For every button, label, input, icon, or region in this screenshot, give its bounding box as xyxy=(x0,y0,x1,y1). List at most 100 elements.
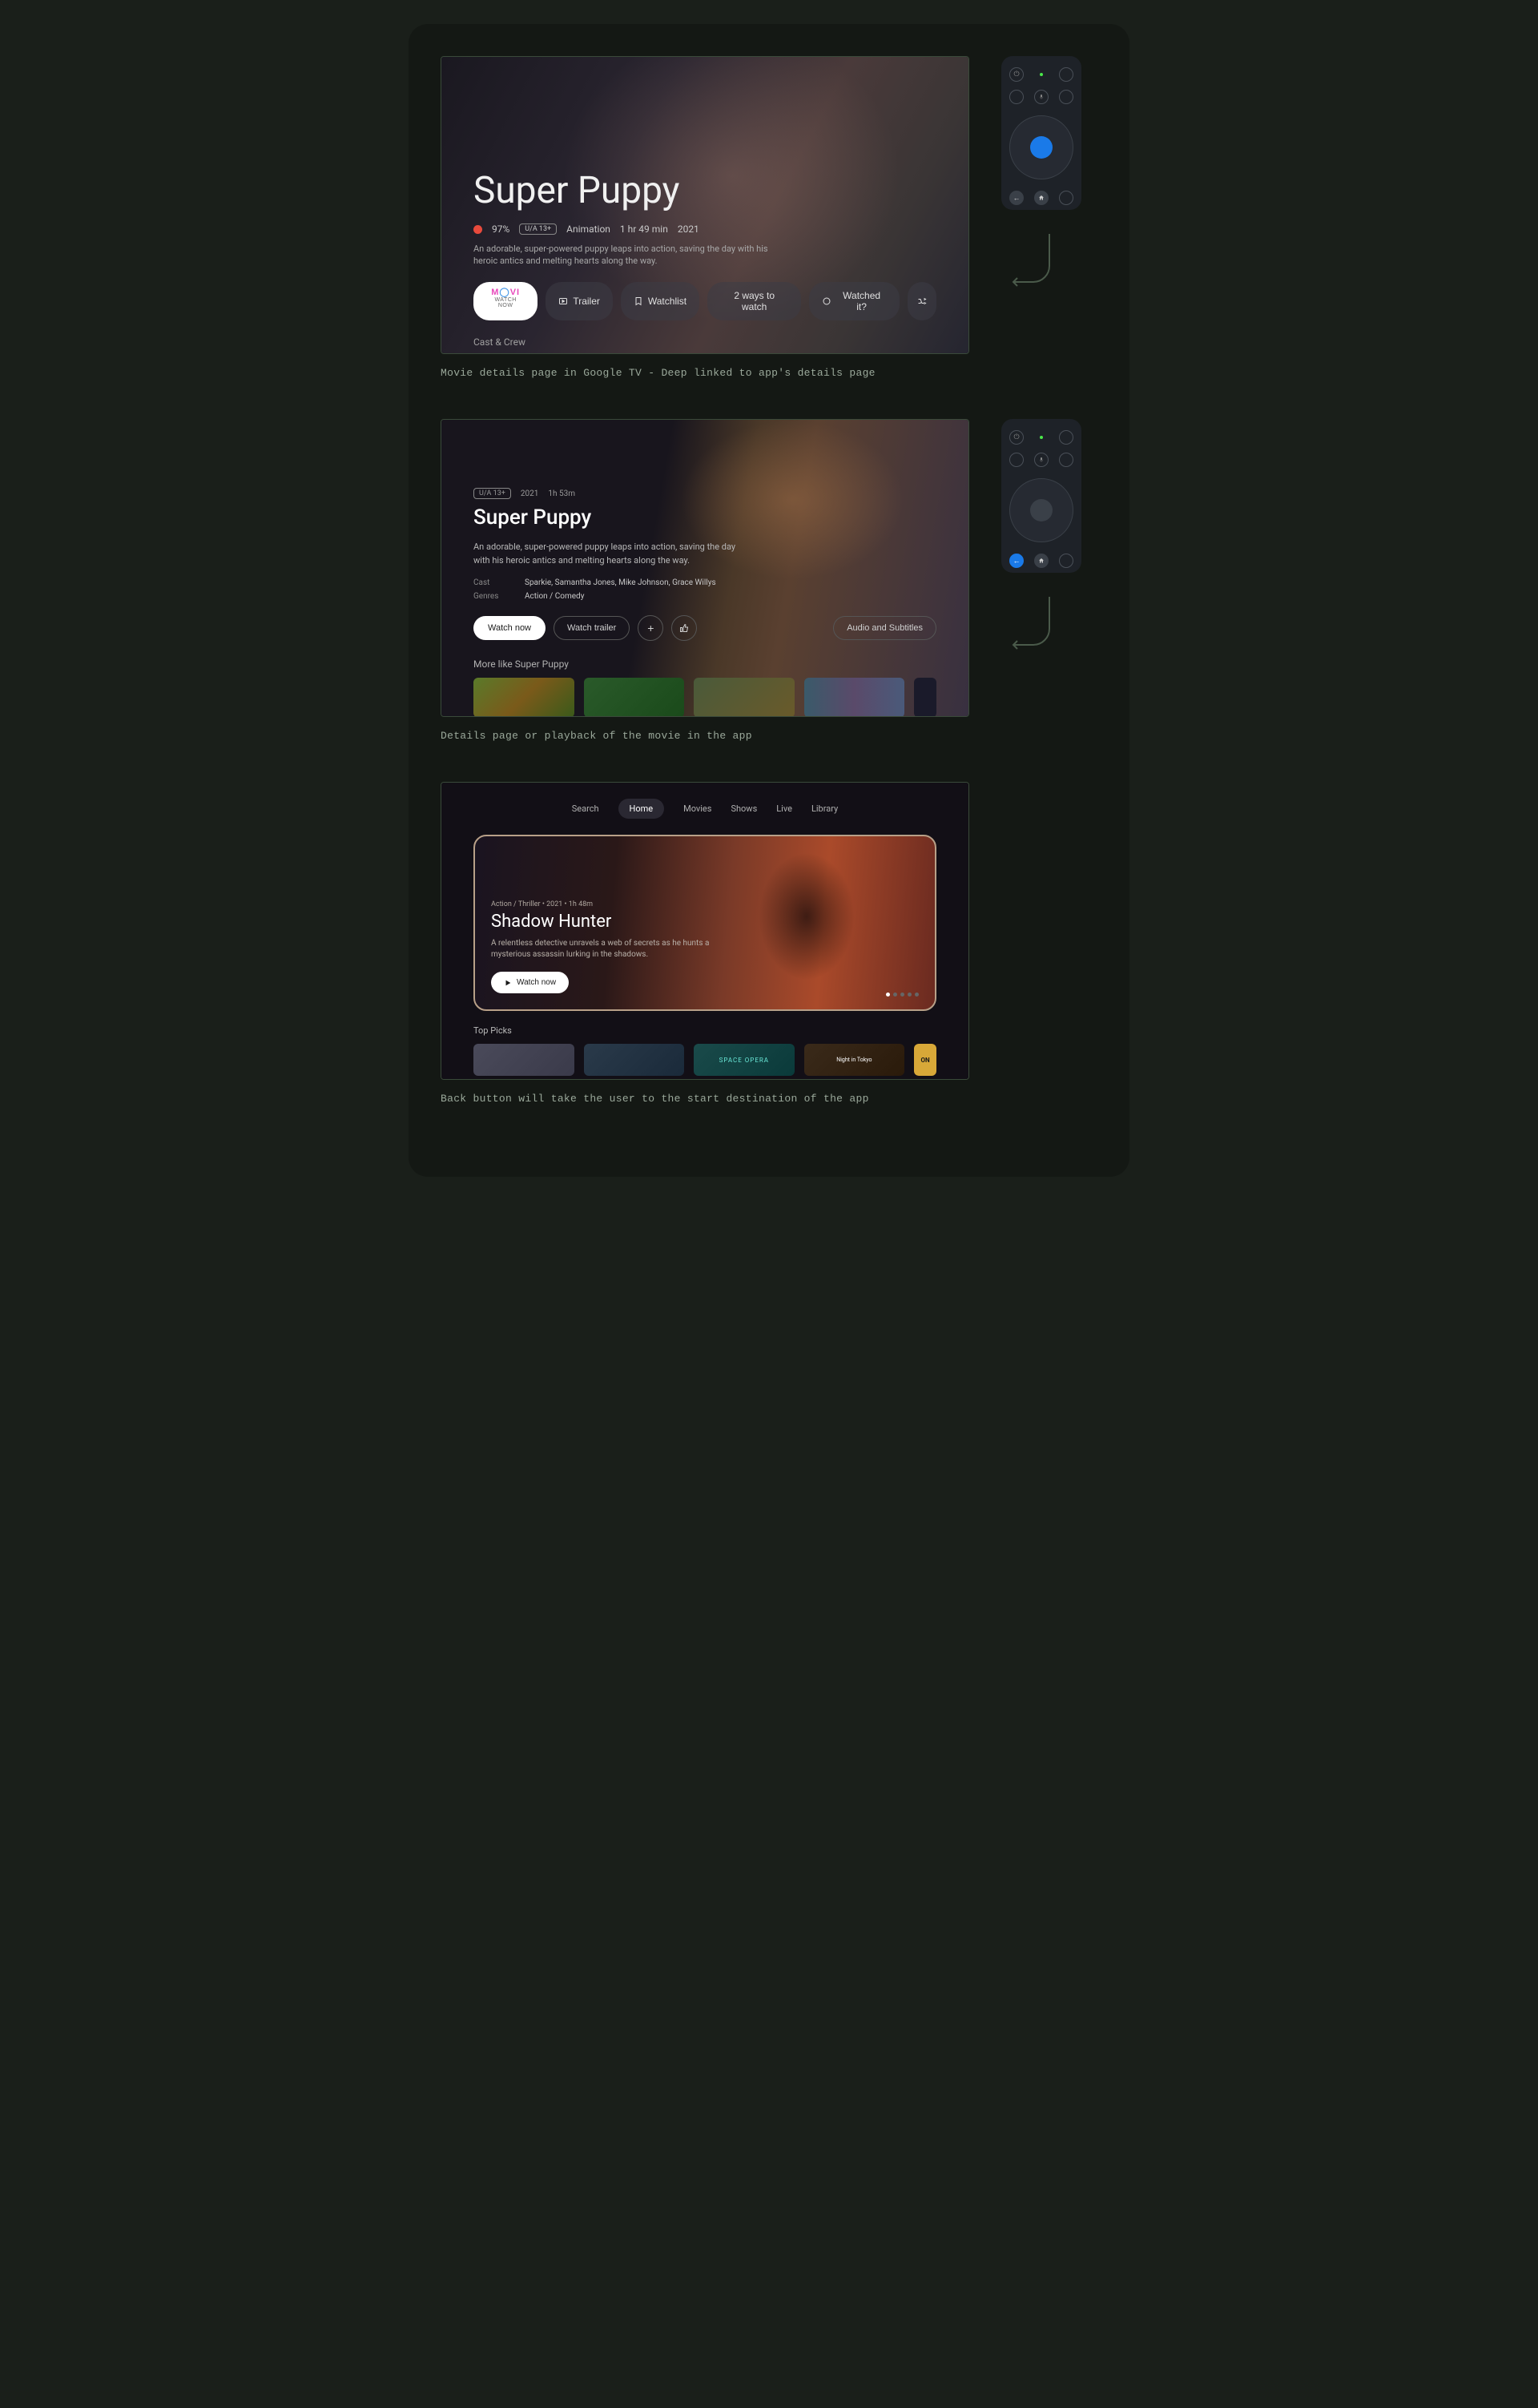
remote-button[interactable] xyxy=(1059,453,1073,467)
more-like-heading: More like Super Puppy xyxy=(473,658,936,670)
dot[interactable] xyxy=(893,993,897,997)
nav-library[interactable]: Library xyxy=(811,803,838,814)
recommendation-card[interactable] xyxy=(473,678,574,717)
recommendation-card[interactable] xyxy=(804,678,905,717)
home-button[interactable] xyxy=(1034,191,1049,205)
remote-button[interactable] xyxy=(1059,90,1073,104)
remote-button[interactable] xyxy=(1059,191,1073,205)
nav-shows[interactable]: Shows xyxy=(731,803,757,814)
ways-to-watch-button[interactable]: 2 ways to watch xyxy=(707,282,801,320)
remote-button[interactable] xyxy=(1009,90,1024,104)
trailer-button[interactable]: Trailer xyxy=(546,282,613,320)
remote-button[interactable] xyxy=(1009,453,1024,467)
mic-icon xyxy=(1038,457,1045,463)
tomato-icon xyxy=(473,225,482,234)
back-button[interactable]: ← xyxy=(1009,191,1024,205)
dot[interactable] xyxy=(886,993,890,997)
nav-search[interactable]: Search xyxy=(572,803,599,814)
caption-3: Back button will take the user to the st… xyxy=(441,1093,1097,1105)
tv-remote: ⏻ ← xyxy=(1001,56,1081,210)
dpad[interactable] xyxy=(1009,478,1073,542)
movie-description: An adorable, super-powered puppy leaps i… xyxy=(473,541,746,567)
provider-logo: M◯VI xyxy=(491,287,520,297)
cast-crew-heading: Cast & Crew xyxy=(473,336,936,348)
app-home-screen: Search Home Movies Shows Live Library Ac… xyxy=(441,782,969,1080)
hero-title: Shadow Hunter xyxy=(491,912,919,932)
caption-2: Details page or playback of the movie in… xyxy=(441,730,1097,742)
genre: Animation xyxy=(566,223,610,235)
dpad[interactable] xyxy=(1009,115,1073,179)
remote-button[interactable] xyxy=(1059,554,1073,568)
cast-value: Sparkie, Samantha Jones, Mike Johnson, G… xyxy=(525,578,716,587)
watched-it-button[interactable]: Watched it? xyxy=(809,282,900,320)
nav-home[interactable]: Home xyxy=(618,799,665,819)
pick-card[interactable]: ON xyxy=(914,1044,936,1076)
remote-button[interactable] xyxy=(1059,67,1073,82)
app-details-screen: U/A 13+ 2021 1h 53m Super Puppy An adora… xyxy=(441,419,969,717)
pick-card[interactable] xyxy=(584,1044,685,1076)
mic-button[interactable] xyxy=(1034,453,1049,467)
nav-movies[interactable]: Movies xyxy=(683,803,711,814)
recommendation-card[interactable] xyxy=(694,678,795,717)
rating-badge: U/A 13+ xyxy=(473,488,511,499)
remote-led xyxy=(1040,436,1043,439)
add-button[interactable]: + xyxy=(638,615,663,641)
carousel-dots[interactable] xyxy=(886,993,919,997)
power-button[interactable]: ⏻ xyxy=(1009,430,1024,445)
year: 2021 xyxy=(678,223,699,235)
movie-title: Super Puppy xyxy=(473,169,936,212)
dot[interactable] xyxy=(908,993,912,997)
bookmark-icon xyxy=(634,296,643,306)
hero-description: A relentless detective unravels a web of… xyxy=(491,938,715,960)
home-button[interactable] xyxy=(1034,554,1049,568)
pick-card[interactable]: SPACE OPERA xyxy=(694,1044,795,1076)
duration: 1h 53m xyxy=(548,489,575,498)
remote-led xyxy=(1040,73,1043,76)
recommendation-card[interactable] xyxy=(914,678,936,717)
home-icon xyxy=(1038,558,1045,564)
thumbs-up-icon xyxy=(679,623,689,633)
movie-title: Super Puppy xyxy=(473,505,936,530)
google-tv-screen: Super Puppy 97% U/A 13+ Animation 1 hr 4… xyxy=(441,56,969,354)
watch-now-sublabel: WATCH NOW xyxy=(486,297,525,308)
more-options-button[interactable] xyxy=(908,282,936,320)
nav-live[interactable]: Live xyxy=(776,803,792,814)
hero-meta: Action / Thriller • 2021 • 1h 48m xyxy=(491,900,919,908)
watchlist-button[interactable]: Watchlist xyxy=(621,282,699,320)
score: 97% xyxy=(492,223,509,235)
mic-icon xyxy=(1038,94,1045,100)
duration: 1 hr 49 min xyxy=(620,223,668,235)
recommendation-card[interactable] xyxy=(584,678,685,717)
shuffle-icon xyxy=(917,296,927,306)
dot[interactable] xyxy=(900,993,904,997)
caption-1: Movie details page in Google TV - Deep l… xyxy=(441,367,1097,379)
play-icon xyxy=(504,979,512,987)
home-icon xyxy=(1038,195,1045,201)
genres-label: Genres xyxy=(473,592,505,601)
watch-now-button[interactable]: Watch now xyxy=(491,972,569,993)
top-nav: Search Home Movies Shows Live Library xyxy=(473,799,936,819)
pick-card[interactable] xyxy=(473,1044,574,1076)
tv-remote: ⏻ ← xyxy=(1001,419,1081,573)
flow-arrow xyxy=(1001,226,1065,306)
play-icon xyxy=(558,296,568,306)
remote-button[interactable] xyxy=(1059,430,1073,445)
movie-description: An adorable, super-powered puppy leaps i… xyxy=(473,243,778,268)
top-picks-heading: Top Picks xyxy=(473,1025,936,1036)
watch-now-button[interactable]: M◯VI WATCH NOW xyxy=(473,282,537,320)
mic-button[interactable] xyxy=(1034,90,1049,104)
like-button[interactable] xyxy=(671,615,697,641)
audio-subtitles-button[interactable]: Audio and Subtitles xyxy=(833,616,936,640)
dpad-select-button[interactable] xyxy=(1030,499,1053,521)
dot[interactable] xyxy=(915,993,919,997)
flow-arrow xyxy=(1001,589,1065,669)
power-button[interactable]: ⏻ xyxy=(1009,67,1024,82)
watch-trailer-button[interactable]: Watch trailer xyxy=(554,616,630,640)
watch-now-button[interactable]: Watch now xyxy=(473,616,546,640)
hero-card[interactable]: Action / Thriller • 2021 • 1h 48m Shadow… xyxy=(473,835,936,1011)
genres-value: Action / Comedy xyxy=(525,592,584,601)
back-button[interactable]: ← xyxy=(1009,554,1024,568)
circle-icon xyxy=(822,296,831,306)
dpad-select-button[interactable] xyxy=(1030,136,1053,159)
pick-card[interactable]: Night in Tokyo xyxy=(804,1044,905,1076)
